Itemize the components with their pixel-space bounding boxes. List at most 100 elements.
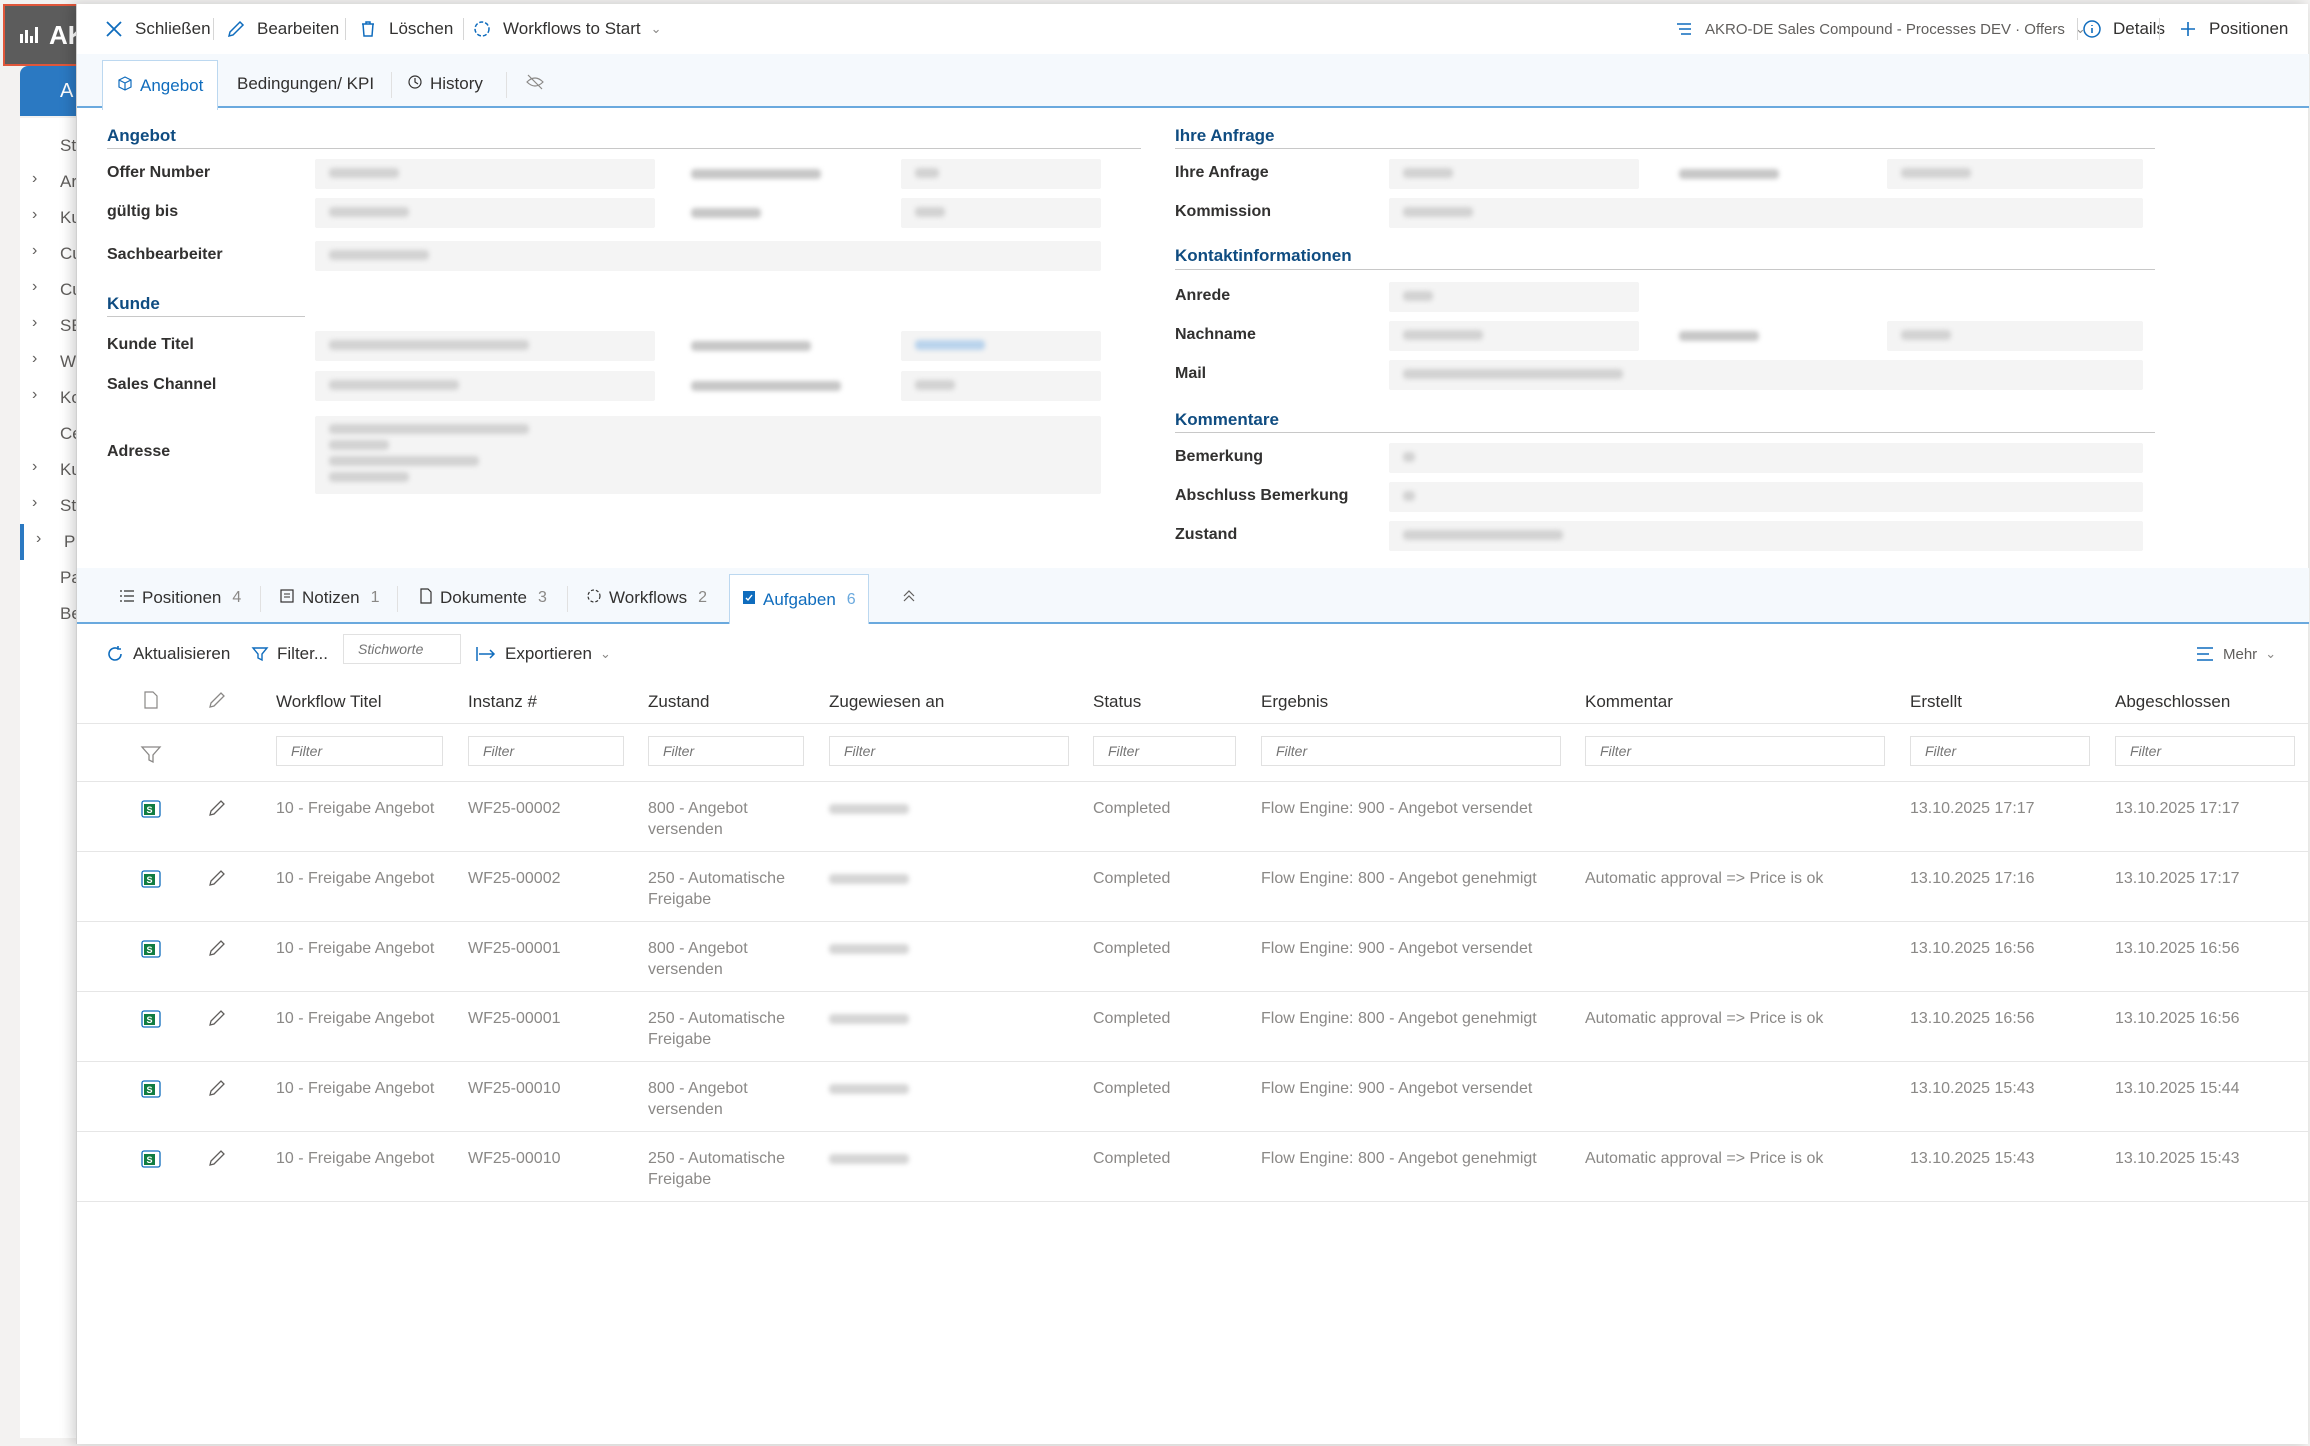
valid-until-value[interactable] [315,198,655,228]
table-row[interactable]: S 10 - Freigabe Angebot WF25-00001 250 -… [77,992,2309,1062]
chevron-down-icon: ⌄ [650,21,662,36]
state-value[interactable] [1389,521,2143,551]
filter-button[interactable]: Filter... [251,626,328,682]
col-workflow-title[interactable]: Workflow Titel [276,692,382,712]
col-comment[interactable]: Kommentar [1585,692,1673,712]
tab-positionen[interactable]: Positionen 4 [107,574,253,622]
more-button[interactable]: Mehr ⌄ [2195,626,2276,682]
cell-created: 13.10.2025 17:17 [1910,800,2035,817]
table-row[interactable]: S 10 - Freigabe Angebot WF25-00010 250 -… [77,1132,2309,1202]
col-assigned-to[interactable]: Zugewiesen an [829,692,944,712]
filter-closed[interactable] [2115,736,2295,766]
field-value[interactable] [1887,159,2143,189]
filter-status[interactable] [1093,736,1236,766]
positions-button[interactable]: Positionen [2177,4,2288,54]
col-instance[interactable]: Instanz # [468,692,537,712]
filter-comment[interactable] [1585,736,1885,766]
table-row[interactable]: S 10 - Freigabe Angebot WF25-00001 800 -… [77,922,2309,992]
export-button[interactable]: Exportieren ⌄ [475,626,611,682]
collapse-button[interactable] [889,574,929,622]
field-value[interactable] [901,198,1101,228]
filter-result[interactable] [1261,736,1561,766]
col-result[interactable]: Ergebnis [1261,692,1328,712]
eye-off-icon [525,74,545,95]
sharepoint-icon[interactable]: S [140,868,162,895]
field-value[interactable] [901,371,1101,401]
field-value[interactable] [901,159,1101,189]
edit-button[interactable]: Bearbeiten [225,4,339,54]
tab-aufgaben[interactable]: Aufgaben 6 [729,574,869,624]
table-row[interactable]: S 10 - Freigabe Angebot WF25-00010 800 -… [77,1062,2309,1132]
chevron-right-icon: › [32,170,38,187]
mail-value[interactable] [1389,360,2143,390]
field-label: Nachname [1175,326,1256,343]
commission-value[interactable] [1389,198,2143,228]
clerk-value[interactable] [315,241,1101,271]
cell-status: Completed [1093,940,1171,957]
offer-number-value[interactable] [315,159,655,189]
col-state[interactable]: Zustand [648,692,709,712]
sales-channel-value[interactable] [315,371,655,401]
edit-row-icon[interactable] [207,1148,227,1173]
inquiry-value[interactable] [1389,159,1639,189]
sharepoint-icon[interactable]: S [140,798,162,825]
remark-value[interactable] [1389,443,2143,473]
side-item-label: W [60,352,77,371]
tab-history[interactable]: History [393,60,497,108]
sharepoint-icon[interactable]: S [140,1078,162,1105]
workflow-icon [471,18,493,40]
customer-number-link[interactable] [901,331,1101,361]
details-button[interactable]: Details [2081,4,2165,54]
refresh-button[interactable]: Aktualisieren [105,626,230,682]
cell-assigned-to [829,1084,909,1094]
customer-title-value[interactable] [315,331,655,361]
first-name-value[interactable] [1887,321,2143,351]
tab-bedingungen-kpi[interactable]: Bedingungen/ KPI [223,60,388,108]
tab-notizen[interactable]: Notizen 1 [267,574,392,622]
table-row[interactable]: S 10 - Freigabe Angebot WF25-00002 800 -… [77,782,2309,852]
tab-workflows[interactable]: Workflows 2 [574,574,719,622]
breadcrumb[interactable]: AKRO-DE Sales Compound - Processes DEV ·… [1673,4,2086,54]
tab-dokumente[interactable]: Dokumente 3 [407,574,559,622]
svg-text:S: S [146,1155,152,1165]
col-created[interactable]: Erstellt [1910,692,1962,712]
salutation-value[interactable] [1389,282,1639,312]
edit-row-icon[interactable] [207,1078,227,1103]
keywords-input[interactable] [343,634,461,664]
filter-instance[interactable] [468,736,624,766]
cell-instance: WF25-00010 [468,1080,561,1097]
filter-created[interactable] [1910,736,2090,766]
col-status[interactable]: Status [1093,692,1141,712]
separator [463,18,464,40]
edit-row-icon[interactable] [207,1008,227,1033]
filter-state[interactable] [648,736,804,766]
tab-angebot[interactable]: Angebot [102,60,219,110]
chevron-right-icon: › [32,494,38,511]
cell-assigned-to [829,1014,909,1024]
hide-fields-button[interactable] [511,60,559,108]
table-row[interactable]: S 10 - Freigabe Angebot WF25-00002 250 -… [77,852,2309,922]
close-button[interactable]: Schließen [103,4,211,54]
col-closed[interactable]: Abgeschlossen [2115,692,2230,712]
side-item-label: St [60,496,77,515]
last-name-value[interactable] [1389,321,1639,351]
tab-label: Workflows [609,588,688,607]
edit-row-icon[interactable] [207,868,227,893]
edit-row-icon[interactable] [207,798,227,823]
address-value[interactable] [315,416,1101,494]
blurred-label [691,341,811,351]
sharepoint-icon[interactable]: S [140,1148,162,1175]
filter-workflow-title[interactable] [276,736,443,766]
menu-icon [2195,646,2215,662]
edit-row-icon[interactable] [207,938,227,963]
workflows-to-start-button[interactable]: Workflows to Start ⌄ [471,4,662,54]
cell-assigned-to [829,944,909,954]
tab-count: 6 [846,590,856,608]
section-divider [107,316,305,317]
filter-assigned-to[interactable] [829,736,1069,766]
sharepoint-icon[interactable]: S [140,938,162,965]
delete-button[interactable]: Löschen [357,4,453,54]
sharepoint-icon[interactable]: S [140,1008,162,1035]
cell-result: Flow Engine: 900 - Angebot versendet [1261,800,1533,817]
closing-remark-value[interactable] [1389,482,2143,512]
